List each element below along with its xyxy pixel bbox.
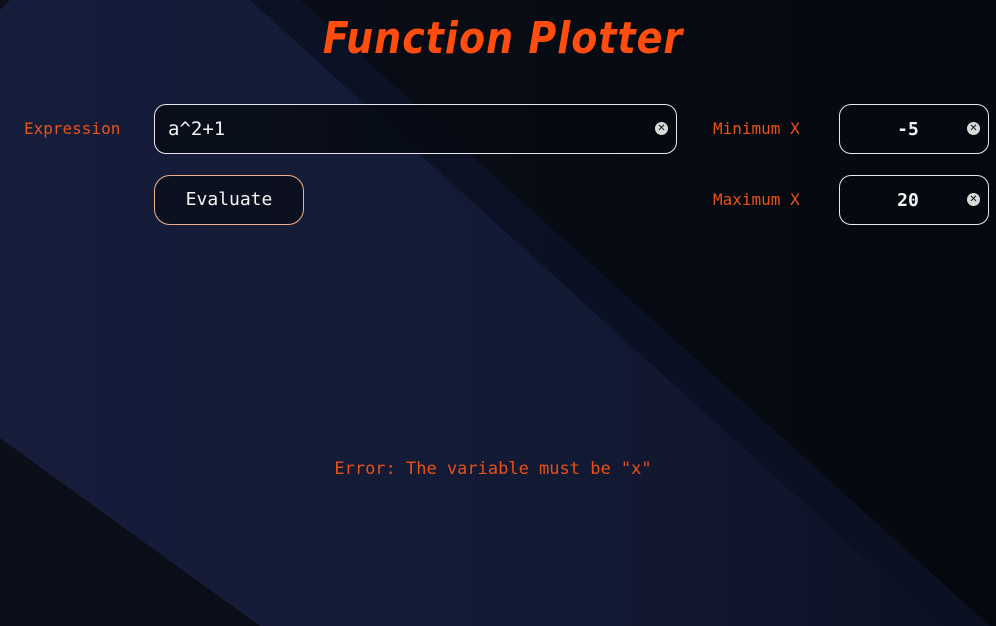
error-message: Error: The variable must be "x" (334, 459, 652, 479)
evaluate-button[interactable]: Evaluate (154, 175, 304, 225)
clear-icon[interactable]: ✕ (655, 122, 668, 135)
background-stripes (0, 0, 996, 626)
app-title: Function Plotter (322, 12, 684, 64)
max-x-input[interactable] (840, 176, 988, 224)
clear-icon[interactable]: ✕ (967, 122, 980, 135)
clear-icon[interactable]: ✕ (967, 193, 980, 206)
min-x-input[interactable] (840, 105, 988, 153)
expression-input[interactable] (155, 105, 676, 153)
min-x-label: Minimum X (713, 119, 800, 138)
max-x-label: Maximum X (713, 190, 800, 209)
expression-label: Expression (24, 119, 121, 138)
min-x-field[interactable]: ✕ (839, 104, 989, 154)
expression-field[interactable]: ✕ (154, 104, 677, 154)
max-x-field[interactable]: ✕ (839, 175, 989, 225)
